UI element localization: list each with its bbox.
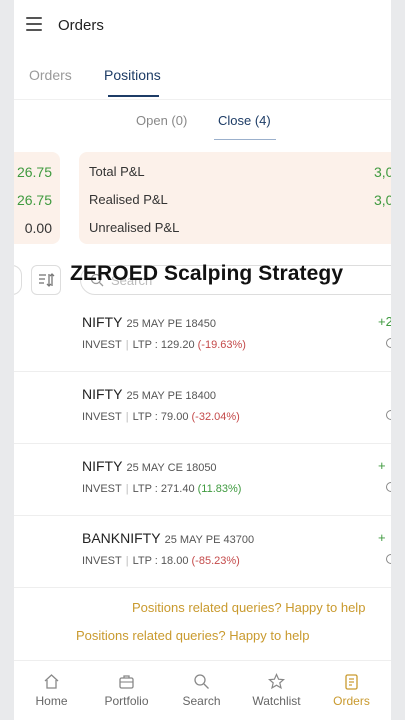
total-pnl-label: Total P&L — [89, 164, 145, 179]
briefcase-icon — [119, 675, 134, 689]
realised-pnl-label: Realised P&L — [89, 192, 168, 207]
position-symbol: BANKNIFTY 25 MAY PE 43700 — [82, 530, 254, 546]
ltp-change: (-85.23%) — [191, 555, 240, 567]
orders-screen: Orders Orders Positions Open (0) Close (… — [14, 0, 391, 720]
active-tab-indicator — [108, 95, 159, 97]
product-type: INVEST — [82, 555, 122, 567]
position-sub-tabs: Open (0) Close (4) — [14, 110, 391, 142]
position-symbol: NIFTY 25 MAY PE 18450 — [82, 314, 216, 330]
page-title: Orders — [58, 17, 104, 34]
pnl-value-total-prev: 26.75 — [16, 164, 52, 180]
product-type: INVEST — [82, 483, 122, 495]
active-subtab-indicator — [214, 139, 276, 140]
tab-open[interactable]: Open (0) — [136, 113, 187, 128]
left-edge — [0, 0, 14, 720]
nav-search-label: Search — [182, 694, 221, 708]
star-icon — [268, 673, 285, 690]
ltp-value: LTP : 18.00 — [132, 555, 189, 567]
tab-orders[interactable]: Orders — [29, 67, 72, 83]
position-meta: INVEST | LTP : 271.40 (11.83%) — [82, 483, 242, 495]
position-symbol: NIFTY 25 MAY CE 18050 — [82, 458, 217, 474]
symbol-name: NIFTY — [82, 386, 123, 402]
unrealised-pnl-label: Unrealised P&L — [89, 220, 180, 235]
help-link[interactable]: Positions related queries? Happy to help — [132, 600, 365, 615]
ltp-value: LTP : 129.20 — [132, 339, 195, 351]
position-meta: INVEST | LTP : 79.00 (-32.04%) — [82, 411, 240, 423]
position-row[interactable]: NIFTY 25 MAY PE 18450 INVEST | LTP : 129.20… — [14, 300, 391, 372]
pnl-summary-card-previous[interactable]: 26.75 26.75 0.00 — [14, 152, 60, 244]
tab-close[interactable]: Close (4) — [218, 113, 271, 128]
nav-watchlist[interactable]: Watchlist — [239, 661, 314, 720]
tab-positions[interactable]: Positions — [104, 67, 161, 83]
pnl-value-realised-prev: 26.75 — [16, 192, 52, 208]
nav-home[interactable]: Home — [14, 661, 89, 720]
position-pnl: + — [378, 530, 386, 545]
symbol-name: NIFTY — [82, 458, 123, 474]
ltp-value: LTP : 79.00 — [132, 411, 189, 423]
pnl-summary-card[interactable]: Total P&L 3,0 Realised P&L 3,0 Unrealise… — [79, 152, 391, 244]
position-pnl: +2 — [378, 314, 391, 329]
position-row[interactable]: NIFTY 25 MAY CE 18050 INVEST | LTP : 271.40… — [14, 444, 391, 516]
search-icon — [194, 674, 209, 689]
clock-icon — [386, 554, 391, 564]
sort-icon — [39, 273, 55, 287]
ltp-change: (-19.63%) — [197, 339, 246, 351]
position-row[interactable]: BANKNIFTY 25 MAY PE 43700 INVEST | LTP : 18… — [14, 516, 391, 588]
total-pnl-value: 3,0 — [374, 164, 391, 180]
home-icon — [44, 674, 59, 689]
nav-orders-label: Orders — [333, 694, 370, 708]
nav-portfolio-label: Portfolio — [104, 694, 149, 708]
pnl-value-unrealised-prev: 0.00 — [24, 220, 52, 236]
contract-name: 25 MAY PE 18450 — [126, 318, 216, 330]
app-header: Orders — [14, 0, 391, 52]
ltp-change: (11.83%) — [197, 483, 242, 495]
product-type: INVEST — [82, 339, 122, 351]
contract-name: 25 MAY PE 43700 — [164, 534, 255, 546]
bottom-navigation: Home Portfolio Search Watchlist Orders — [14, 660, 391, 720]
position-meta: INVEST | LTP : 129.20 (-19.63%) — [82, 339, 246, 351]
nav-watchlist-label: Watchlist — [252, 694, 301, 708]
nav-search[interactable]: Search — [164, 661, 239, 720]
nav-orders[interactable]: Orders — [314, 661, 389, 720]
sort-button[interactable] — [31, 265, 61, 295]
realised-pnl-value: 3,0 — [374, 192, 391, 208]
right-edge — [391, 0, 405, 720]
ltp-change: (-32.04%) — [191, 411, 240, 423]
position-meta: INVEST | LTP : 18.00 (-85.23%) — [82, 555, 240, 567]
position-pnl: + — [378, 458, 386, 473]
hamburger-menu-icon[interactable] — [26, 17, 42, 33]
contract-name: 25 MAY PE 18400 — [126, 390, 216, 402]
filter-button[interactable] — [14, 265, 22, 295]
orders-icon — [345, 674, 358, 690]
ltp-value: LTP : 271.40 — [132, 483, 195, 495]
nav-home-label: Home — [35, 694, 68, 708]
clock-icon — [386, 482, 391, 492]
nav-portfolio[interactable]: Portfolio — [89, 661, 164, 720]
symbol-name: NIFTY — [82, 314, 123, 330]
main-tabs: Orders Positions — [14, 60, 391, 100]
help-link-duplicate[interactable]: Positions related queries? Happy to help — [76, 628, 309, 643]
clock-icon — [386, 410, 391, 420]
position-row[interactable]: NIFTY 25 MAY PE 18400 INVEST | LTP : 79.00 … — [14, 372, 391, 444]
video-overlay-caption: ZEROED Scalping Strategy — [70, 262, 344, 285]
product-type: INVEST — [82, 411, 122, 423]
symbol-name: BANKNIFTY — [82, 530, 161, 546]
contract-name: 25 MAY CE 18050 — [126, 462, 217, 474]
position-symbol: NIFTY 25 MAY PE 18400 — [82, 386, 216, 402]
clock-icon — [386, 338, 391, 348]
